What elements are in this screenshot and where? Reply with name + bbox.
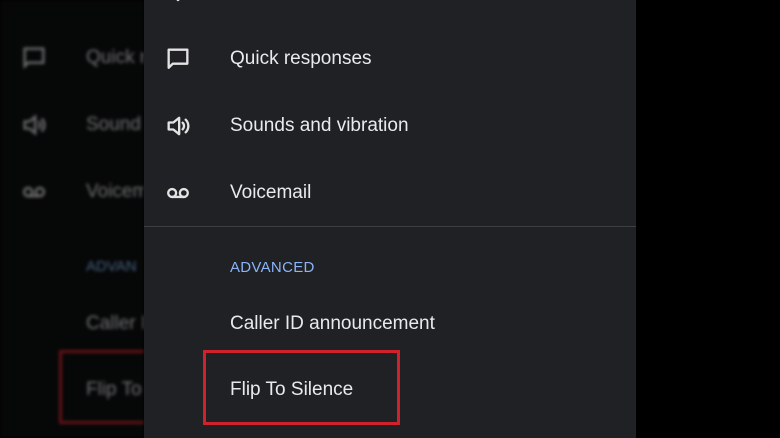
- settings-panel: Quick responses Sounds and vibration Voi…: [144, 0, 636, 438]
- settings-item-label: Quick responses: [230, 48, 372, 69]
- quick-responses-icon: [164, 45, 192, 73]
- voicemail-icon: [164, 179, 192, 207]
- bg-row-sounds: Sound: [20, 111, 141, 139]
- bg-voicemail-icon: [22, 186, 46, 198]
- background-blurred-settings: Quick r Sound Voicem ADVAN Caller I Flip…: [0, 0, 144, 438]
- bg-row-label: Quick r: [86, 47, 144, 68]
- settings-item-label: Sounds and vibration: [230, 115, 409, 136]
- section-divider: [144, 226, 636, 227]
- background-right-strip: [636, 0, 780, 438]
- settings-item-sounds-and-vibration[interactable]: Sounds and vibration: [144, 93, 636, 159]
- settings-item-label: Voicemail: [230, 182, 312, 203]
- bg-row-quick-responses: Quick r: [20, 44, 144, 72]
- settings-item-caller-id-announcement[interactable]: Caller ID announcement: [144, 291, 636, 357]
- advanced-section-header: ADVANCED: [230, 259, 315, 276]
- settings-item-partial[interactable]: [144, 0, 636, 26]
- settings-item-quick-responses[interactable]: Quick responses: [144, 26, 636, 92]
- settings-item-flip-to-silence[interactable]: Flip To Silence: [144, 357, 636, 423]
- partial-item-icon: [164, 0, 192, 7]
- speaker-icon: [164, 112, 192, 140]
- bg-advanced-header: ADVAN: [86, 258, 137, 275]
- settings-item-label: Flip To Silence: [230, 379, 354, 400]
- bg-row-voicemail: Voicem: [20, 178, 144, 206]
- bg-row-label: Voicem: [86, 181, 144, 202]
- bg-speaker-icon: [23, 114, 46, 136]
- bg-chat-icon: [23, 47, 45, 69]
- bg-caller-id-label: Caller I: [86, 313, 144, 334]
- bg-row-label: Sound: [86, 114, 141, 135]
- bg-highlight-box: [59, 350, 144, 424]
- settings-item-label: Caller ID announcement: [230, 313, 435, 334]
- screenshot-stage: Quick r Sound Voicem ADVAN Caller I Flip…: [0, 0, 780, 438]
- settings-item-voicemail[interactable]: Voicemail: [144, 160, 636, 226]
